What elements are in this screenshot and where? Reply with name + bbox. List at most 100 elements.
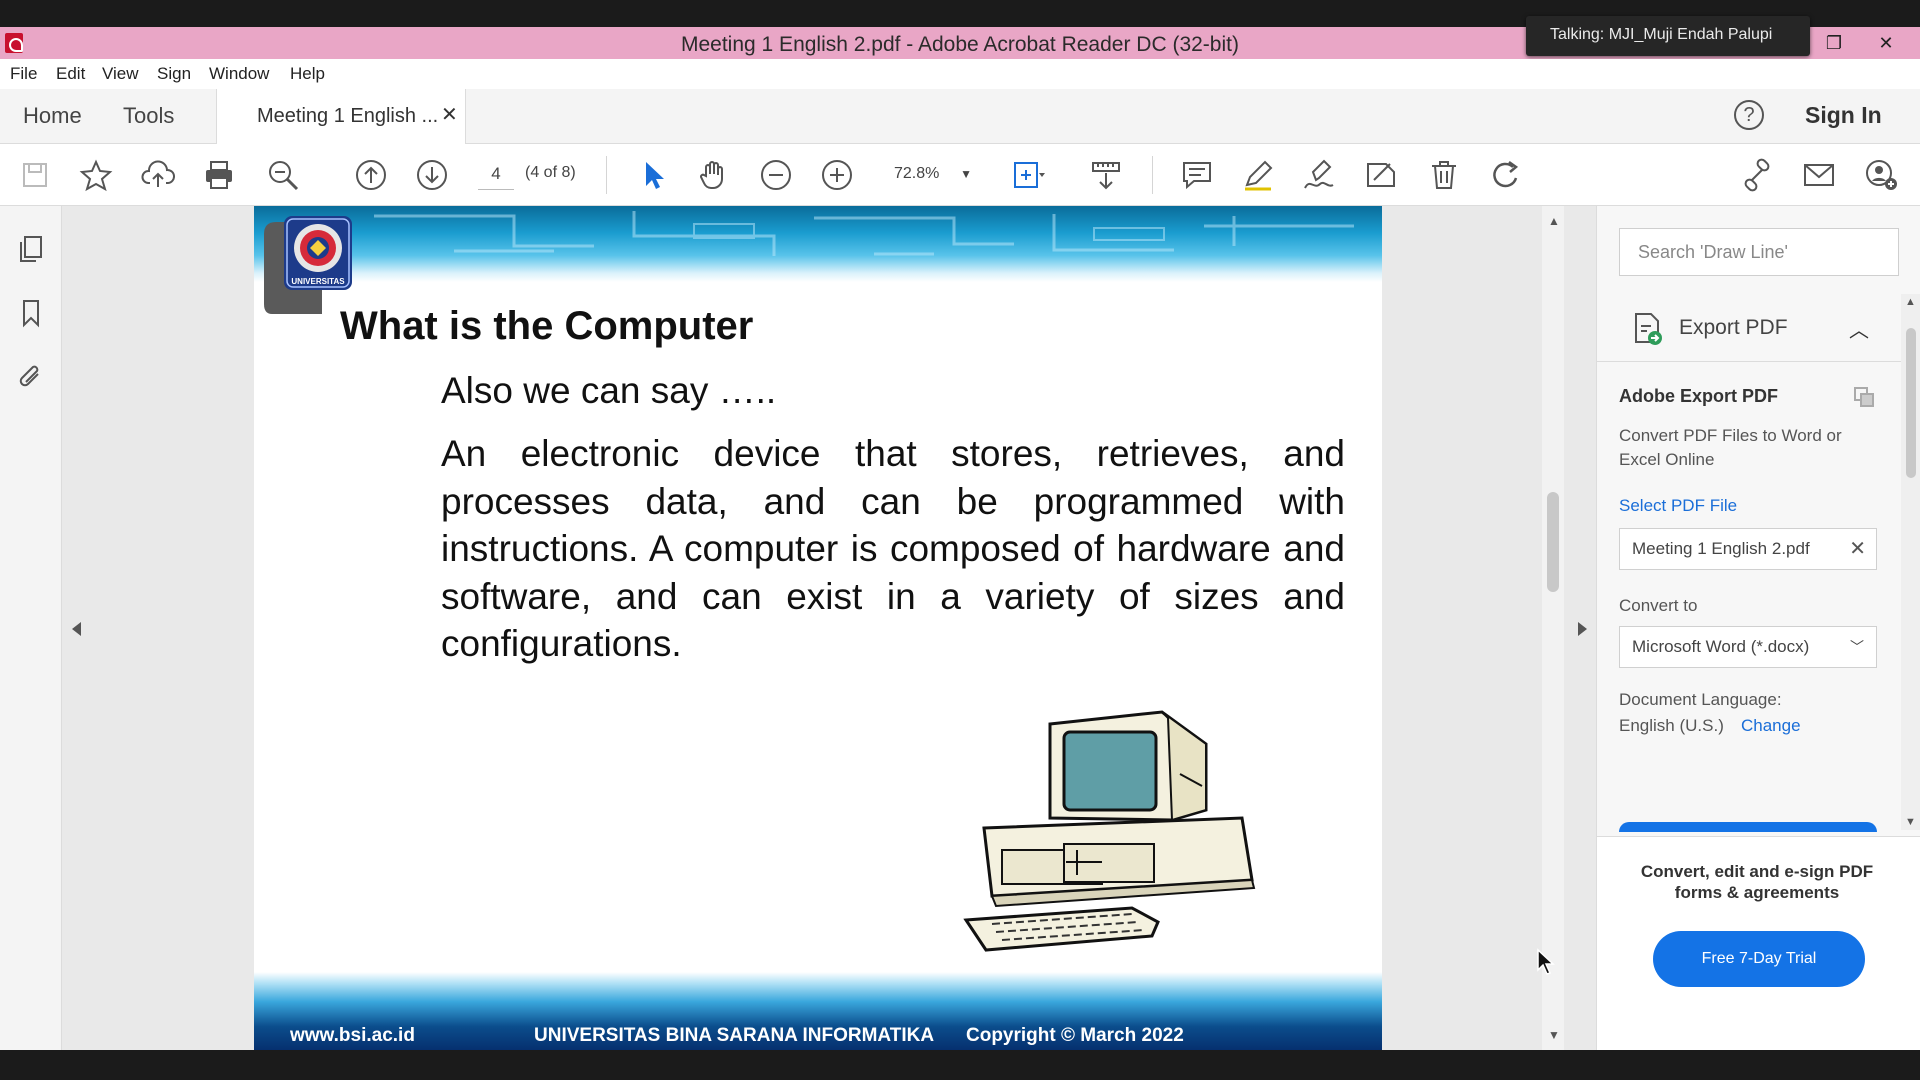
- footer-website: www.bsi.ac.id: [290, 1025, 415, 1046]
- menu-file[interactable]: File: [10, 64, 37, 84]
- page-count: (4 of 8): [525, 164, 576, 181]
- previous-page-icon[interactable]: [354, 158, 388, 192]
- convert-button-partial[interactable]: [1619, 822, 1877, 832]
- talking-indicator: Talking: MJI_Muji Endah Palupi: [1526, 16, 1810, 56]
- selected-file-name: Meeting 1 English 2.pdf: [1632, 539, 1810, 558]
- close-button[interactable]: ✕: [1860, 27, 1912, 59]
- save-icon[interactable]: [18, 158, 52, 192]
- toolbar-divider: [606, 156, 607, 194]
- menu-bar: File Edit View Sign Window Help: [0, 59, 1920, 89]
- export-pdf-header[interactable]: Export PDF ︿: [1597, 294, 1901, 362]
- star-icon[interactable]: [79, 158, 113, 192]
- sign-in-button[interactable]: Sign In: [1805, 102, 1882, 129]
- tab-document-label: Meeting 1 English ...: [257, 105, 439, 127]
- pdf-page: UNIVERSITAS What is the Computer Also we…: [254, 206, 1382, 1050]
- attachment-icon[interactable]: [16, 362, 46, 392]
- zoom-search-icon[interactable]: [266, 158, 300, 192]
- footer-university: UNIVERSITAS BINA SARANA INFORMATIKA: [534, 1025, 935, 1046]
- document-language-label: Document Language:: [1619, 690, 1782, 709]
- promo-section: Convert, edit and e-sign PDF forms & agr…: [1597, 836, 1920, 1050]
- fit-page-icon[interactable]: [1012, 158, 1046, 192]
- tab-tools[interactable]: Tools: [123, 103, 174, 129]
- highlight-pen-icon[interactable]: [1241, 158, 1275, 192]
- help-icon[interactable]: ?: [1734, 100, 1764, 130]
- toolbar-divider: [1152, 156, 1153, 194]
- chevron-down-icon: ﹀: [1850, 639, 1864, 655]
- adobe-export-heading: Adobe Export PDF: [1619, 386, 1779, 406]
- footer-copyright: Copyright © March 2022: [966, 1025, 1184, 1046]
- change-language-link[interactable]: Change: [1741, 716, 1801, 736]
- tab-document[interactable]: Meeting 1 English ... ✕: [216, 89, 466, 145]
- mouse-cursor-icon: [1537, 948, 1555, 975]
- computer-clipart: [963, 710, 1256, 952]
- chevron-up-icon[interactable]: ︿: [1849, 314, 1869, 343]
- slide-body-text: An electronic device that stores, retrie…: [441, 433, 1345, 664]
- scroll-up-icon[interactable]: ▲: [1548, 214, 1560, 228]
- comment-icon[interactable]: [1180, 158, 1214, 192]
- tools-search-input[interactable]: Search 'Draw Line': [1619, 228, 1899, 276]
- draw-freehand-icon[interactable]: [1302, 158, 1336, 192]
- scrollbar-thumb[interactable]: [1547, 492, 1559, 592]
- screen: Meeting 1 English 2.pdf - Adobe Acrobat …: [0, 0, 1920, 1080]
- university-logo: UNIVERSITAS: [264, 216, 352, 314]
- export-description: Convert PDF Files to Word or Excel Onlin…: [1619, 426, 1842, 469]
- export-pdf-icon: [1635, 313, 1662, 345]
- rotate-icon[interactable]: [1489, 158, 1523, 192]
- scroll-down-icon[interactable]: ▼: [1548, 1028, 1560, 1042]
- selected-file-field[interactable]: Meeting 1 English 2.pdf ✕: [1619, 528, 1877, 570]
- tab-home[interactable]: Home: [23, 103, 82, 129]
- slide-title: What is the Computer: [340, 304, 754, 348]
- collapse-left-panel-icon[interactable]: [72, 622, 81, 636]
- fill-sign-icon[interactable]: [1364, 158, 1398, 192]
- chevron-down-icon: ▼: [960, 167, 972, 181]
- document-scrollbar[interactable]: ▲ ▼: [1542, 206, 1564, 1050]
- select-pdf-file-link[interactable]: Select PDF File: [1619, 496, 1737, 516]
- email-icon[interactable]: [1802, 158, 1836, 192]
- zoom-value: 72.8%: [894, 165, 940, 182]
- tools-pane-scrollbar[interactable]: ▲ ▼: [1901, 294, 1920, 830]
- slide-header-band: [254, 206, 1382, 282]
- page-thumbnails-icon[interactable]: [16, 234, 46, 264]
- convert-to-value: Microsoft Word (*.docx): [1632, 637, 1810, 656]
- trash-icon[interactable]: [1427, 158, 1461, 192]
- collapse-right-panel-icon[interactable]: [1578, 622, 1587, 636]
- menu-view[interactable]: View: [102, 64, 139, 84]
- restore-button[interactable]: ❐: [1808, 27, 1860, 59]
- upload-cloud-icon[interactable]: [141, 158, 175, 192]
- left-navigation-rail: [0, 206, 62, 1050]
- free-trial-button[interactable]: Free 7-Day Trial: [1653, 931, 1865, 987]
- hand-tool-icon[interactable]: [697, 158, 731, 192]
- copy-icon[interactable]: [1853, 386, 1875, 408]
- zoom-out-icon[interactable]: [759, 158, 793, 192]
- logo-text: UNIVERSITAS: [291, 277, 345, 286]
- bottom-strip: [0, 1050, 1920, 1080]
- tools-pane: Search 'Draw Line' Export PDF ︿ ▲ ▼ Adob…: [1596, 206, 1920, 1050]
- promo-text: Convert, edit and e-sign PDF forms & agr…: [1640, 862, 1874, 902]
- scrollbar-thumb[interactable]: [1906, 328, 1916, 478]
- select-cursor-icon[interactable]: [636, 158, 670, 192]
- scroll-down-icon[interactable]: ▼: [1905, 816, 1916, 828]
- circuit-pattern: [374, 211, 1354, 256]
- convert-to-select[interactable]: Microsoft Word (*.docx) ﹀: [1619, 626, 1877, 668]
- menu-window[interactable]: Window: [209, 64, 269, 84]
- menu-edit[interactable]: Edit: [56, 64, 85, 84]
- bookmark-icon[interactable]: [16, 298, 46, 328]
- next-page-icon[interactable]: [415, 158, 449, 192]
- scroll-up-icon[interactable]: ▲: [1905, 296, 1916, 308]
- scroll-mode-icon[interactable]: [1089, 158, 1123, 192]
- menu-help[interactable]: Help: [290, 64, 325, 84]
- export-pdf-label: Export PDF: [1679, 316, 1788, 339]
- document-language-value: English (U.S.): [1619, 716, 1724, 735]
- menu-sign[interactable]: Sign: [157, 64, 191, 84]
- zoom-in-icon[interactable]: [820, 158, 854, 192]
- remove-file-icon[interactable]: ✕: [1849, 529, 1866, 569]
- share-link-icon[interactable]: [1740, 158, 1774, 192]
- print-icon[interactable]: [202, 158, 236, 192]
- slide-footer-band: www.bsi.ac.id UNIVERSITAS BINA SARANA IN…: [254, 972, 1382, 1050]
- zoom-dropdown[interactable]: 72.8% ▼: [882, 158, 978, 190]
- close-tab-icon[interactable]: ✕: [441, 102, 458, 127]
- page-number-input[interactable]: 4: [478, 158, 514, 190]
- slide-subtitle: Also we can say …..: [441, 370, 777, 411]
- add-user-icon[interactable]: [1864, 158, 1898, 192]
- document-viewer[interactable]: UNIVERSITAS What is the Computer Also we…: [62, 206, 1596, 1050]
